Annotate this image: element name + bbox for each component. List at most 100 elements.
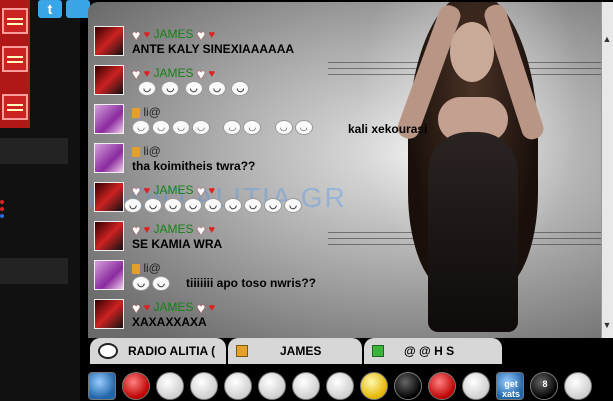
chat-window: RADIO ALITIA GR ♥ ♥ JAMES ♥ ♥ ANTE KALY … [88, 2, 613, 338]
red-banner [0, 0, 30, 128]
avatar[interactable] [94, 221, 124, 251]
heart-icon: ♥ [196, 300, 206, 316]
heart-icon: ♥ [132, 300, 141, 316]
eight-ball-emoticon[interactable]: 8 [530, 372, 558, 400]
message-smileys: ◡ ◡ [132, 276, 172, 292]
heart-icon: ♥ [143, 185, 151, 197]
nerd-emoticon[interactable] [292, 372, 320, 400]
message-nick[interactable]: ♥ ♥ JAMES ♥ ♥ [132, 222, 215, 238]
heart-icon: ♥ [143, 302, 151, 314]
heart-icon: ♥ [132, 222, 141, 238]
tongue-emoticon[interactable] [326, 372, 354, 400]
message-smileys: ◡ ◡ ◡ ◡ ◡ [138, 81, 251, 97]
tab-label: RADIO ALITIA ( [128, 344, 216, 358]
nick-label: JAMES [153, 222, 194, 237]
heart-icon: ♥ [208, 302, 216, 314]
emoticon-bar: get xats 8 [80, 364, 613, 401]
tab-label: @ @ H S [404, 344, 455, 358]
tab-private-2[interactable]: @ @ H S [364, 338, 502, 364]
message-nick[interactable]: ♥ ♥ JAMES ♥ ♥ [132, 66, 215, 82]
heart-icon: ♥ [132, 27, 141, 43]
message-text: ANTE KALY SINEXIAAAAAA [132, 42, 295, 56]
nick-label: li@ [143, 261, 161, 275]
wink-emoticon[interactable] [190, 372, 218, 400]
nick-label: JAMES [153, 183, 194, 198]
status-dots [0, 200, 6, 230]
beer-emoticon[interactable] [360, 372, 388, 400]
heart-icon: ♥ [196, 183, 206, 199]
message-text: tiiiiiii apo toso nwris?? [186, 276, 317, 290]
heart-icon: ♥ [196, 66, 206, 82]
avatar[interactable] [94, 299, 124, 329]
kiss-emoticon[interactable] [122, 372, 150, 400]
message-nick[interactable]: ♥ ♥ JAMES ♥ ♥ [132, 27, 215, 43]
scared-emoticon[interactable] [462, 372, 490, 400]
smiley-icon: ◡ [184, 81, 203, 97]
smiley-icon: ◡ [208, 81, 227, 97]
heart-icon: ♥ [143, 224, 151, 236]
avatar[interactable] [94, 260, 124, 290]
heart-icon: ♥ [208, 68, 216, 80]
message-nick[interactable]: ♥ ♥ JAMES ♥ ♥ [132, 183, 215, 199]
message-nick[interactable]: li@ [132, 144, 161, 158]
message-nick[interactable]: ♥ ♥ JAMES ♥ ♥ [132, 300, 215, 316]
avatar[interactable] [94, 65, 124, 95]
heart-icon: ♥ [132, 183, 141, 199]
message-smileys: ◡ ◡ ◡ ◡ ◡ ◡ ◡ ◡ ◡ [124, 198, 304, 214]
message-smileys: ◡ ◡ ◡ ◡ ◡ ◡ ◡ ◡ [132, 120, 315, 136]
heart-icon: ♥ [196, 27, 206, 43]
smiley-icon: ◡ [138, 81, 156, 97]
smiley-icon: ◡ [231, 81, 250, 97]
nick-label: li@ [143, 105, 161, 119]
emoticon-label: get xats [501, 379, 520, 399]
sidebar-band [0, 138, 68, 164]
speech-bubble-icon [98, 343, 118, 359]
smile-emoticon[interactable] [156, 372, 184, 400]
devil-emoticon[interactable] [428, 372, 456, 400]
avatar[interactable] [94, 143, 124, 173]
message-text: XAXAXXAXA [132, 315, 207, 329]
lock-icon [132, 107, 140, 118]
heart-icon: ♥ [132, 66, 141, 82]
message-nick[interactable]: li@ [132, 105, 161, 119]
heart-icon: ♥ [208, 224, 216, 236]
get-xats-emoticon[interactable]: get xats [496, 372, 524, 400]
heart-icon: ♥ [196, 222, 206, 238]
emoticon-label: 8 [542, 379, 548, 389]
tab-main-chat[interactable]: RADIO ALITIA ( [90, 338, 226, 364]
heart-icon: ♥ [208, 185, 216, 197]
nick-label: JAMES [153, 66, 194, 81]
scroll-down-arrow-icon[interactable]: ▼ [601, 318, 613, 332]
laugh-emoticon[interactable] [258, 372, 286, 400]
avatar[interactable] [94, 182, 124, 212]
heart-icon: ♥ [143, 29, 151, 41]
smiley-icon: ◡ [161, 81, 180, 97]
message-nick[interactable]: li@ [132, 261, 161, 275]
scroll-up-arrow-icon[interactable]: ▲ [601, 32, 613, 46]
message-text: SE KAMIA WRA [132, 237, 223, 251]
twitter-icon: t [47, 1, 53, 17]
menu-icon[interactable] [2, 46, 28, 72]
share-button[interactable] [66, 0, 90, 18]
dance-emoticon[interactable] [394, 372, 422, 400]
tab-label: JAMES [280, 344, 322, 358]
nick-label: li@ [143, 144, 161, 158]
lock-icon [132, 263, 140, 274]
big-grin-emoticon[interactable] [224, 372, 252, 400]
menu-icon[interactable] [2, 94, 28, 120]
no-sound-emoticon[interactable] [564, 372, 592, 400]
menu-icon[interactable] [2, 8, 28, 34]
sidebar-band [0, 258, 68, 284]
message-text: kali xekourasi [348, 122, 428, 136]
chat-scrollbar[interactable]: ▲ ▼ [601, 2, 613, 338]
avatar[interactable] [94, 26, 124, 56]
heart-icon: ♥ [208, 29, 216, 41]
tab-private-james[interactable]: JAMES [228, 338, 362, 364]
background-image [328, 2, 613, 338]
party-emoticon[interactable] [88, 372, 116, 400]
left-panel [0, 0, 80, 401]
lock-icon [372, 345, 384, 357]
heart-icon: ♥ [143, 68, 151, 80]
avatar[interactable] [94, 104, 124, 134]
twitter-button[interactable]: t [38, 0, 90, 18]
